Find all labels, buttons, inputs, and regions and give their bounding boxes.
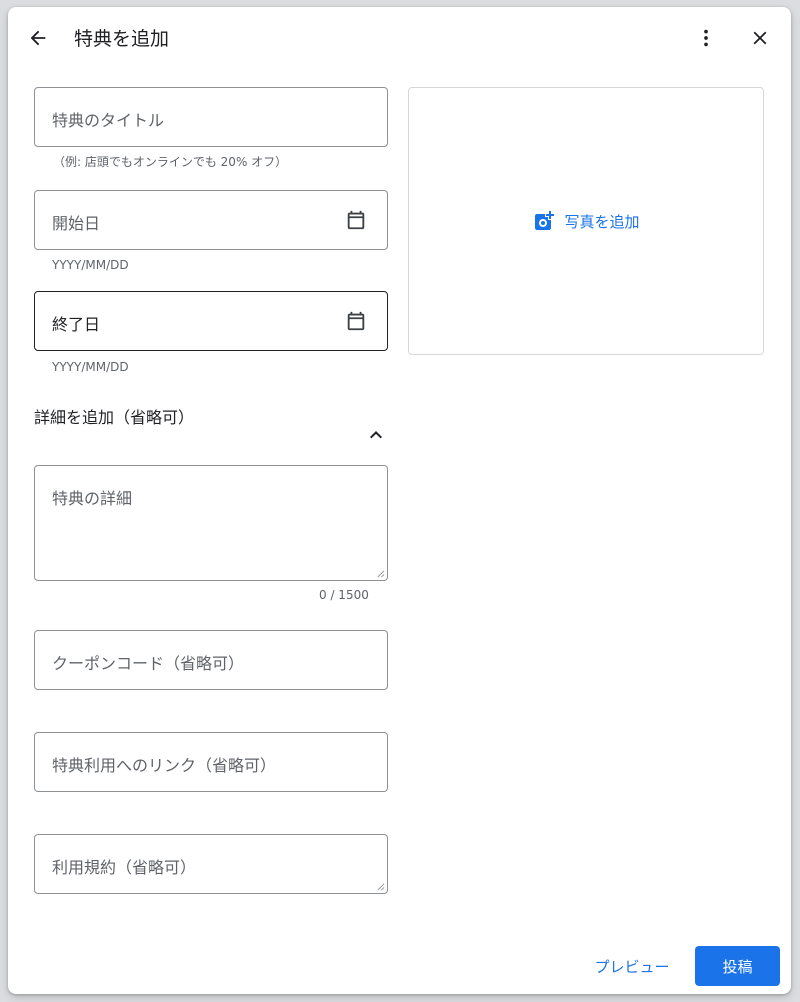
preview-button[interactable]: プレビュー [586, 948, 678, 984]
dialog-title: 特典を追加 [74, 28, 170, 50]
coupon-code-input[interactable]: クーポンコード（省略可） [34, 630, 388, 690]
more-vert-icon [704, 29, 708, 47]
end-date-input[interactable]: 終了日 [34, 291, 388, 351]
start-date-helper: YYYY/MM/DD [52, 258, 129, 272]
details-section-title: 詳細を追加（省略可） [34, 408, 195, 427]
end-date-helper: YYYY/MM/DD [52, 360, 129, 374]
offer-title-input[interactable]: 特典のタイトル [34, 87, 388, 147]
terms-textarea[interactable]: 利用規約（省略可） [34, 834, 388, 894]
offer-details-placeholder: 特典の詳細 [52, 489, 133, 508]
coupon-code-placeholder: クーポンコード（省略可） [52, 654, 245, 673]
arrow-back-icon [30, 30, 46, 46]
char-counter: 0 / 1500 [319, 588, 369, 602]
back-button[interactable] [22, 22, 54, 54]
offer-title-helper: （例: 店頭でもオンラインでも 20% オフ） [53, 155, 288, 169]
offer-title-placeholder: 特典のタイトル [52, 111, 165, 130]
close-icon [753, 31, 767, 45]
resize-handle-icon[interactable] [376, 569, 385, 578]
end-date-placeholder: 終了日 [52, 315, 101, 334]
collapse-details-button[interactable] [360, 419, 392, 451]
calendar-icon[interactable] [345, 310, 367, 332]
more-options-button[interactable] [690, 22, 722, 54]
redeem-link-input[interactable]: 特典利用へのリンク（省略可） [34, 732, 388, 792]
offer-details-textarea[interactable]: 特典の詳細 [34, 465, 388, 581]
add-photo-area[interactable]: 写真を追加 [408, 87, 764, 355]
close-button[interactable] [744, 22, 776, 54]
start-date-placeholder: 開始日 [52, 214, 101, 233]
start-date-input[interactable]: 開始日 [34, 190, 388, 250]
calendar-icon[interactable] [345, 209, 367, 231]
add-photo-button[interactable]: 写真を追加 [532, 209, 640, 233]
redeem-link-placeholder: 特典利用へのリンク（省略可） [52, 756, 277, 775]
post-button[interactable]: 投稿 [695, 946, 780, 986]
resize-handle-icon[interactable] [376, 882, 385, 891]
terms-placeholder: 利用規約（省略可） [52, 858, 197, 877]
add-offer-dialog: 特典を追加 特典のタイトル （例: 店頭でもオンラインでも 20% オフ） 開始… [8, 7, 791, 994]
chevron-up-icon [370, 431, 382, 439]
add-photo-label: 写真を追加 [564, 212, 640, 231]
add-photo-icon [535, 211, 555, 230]
